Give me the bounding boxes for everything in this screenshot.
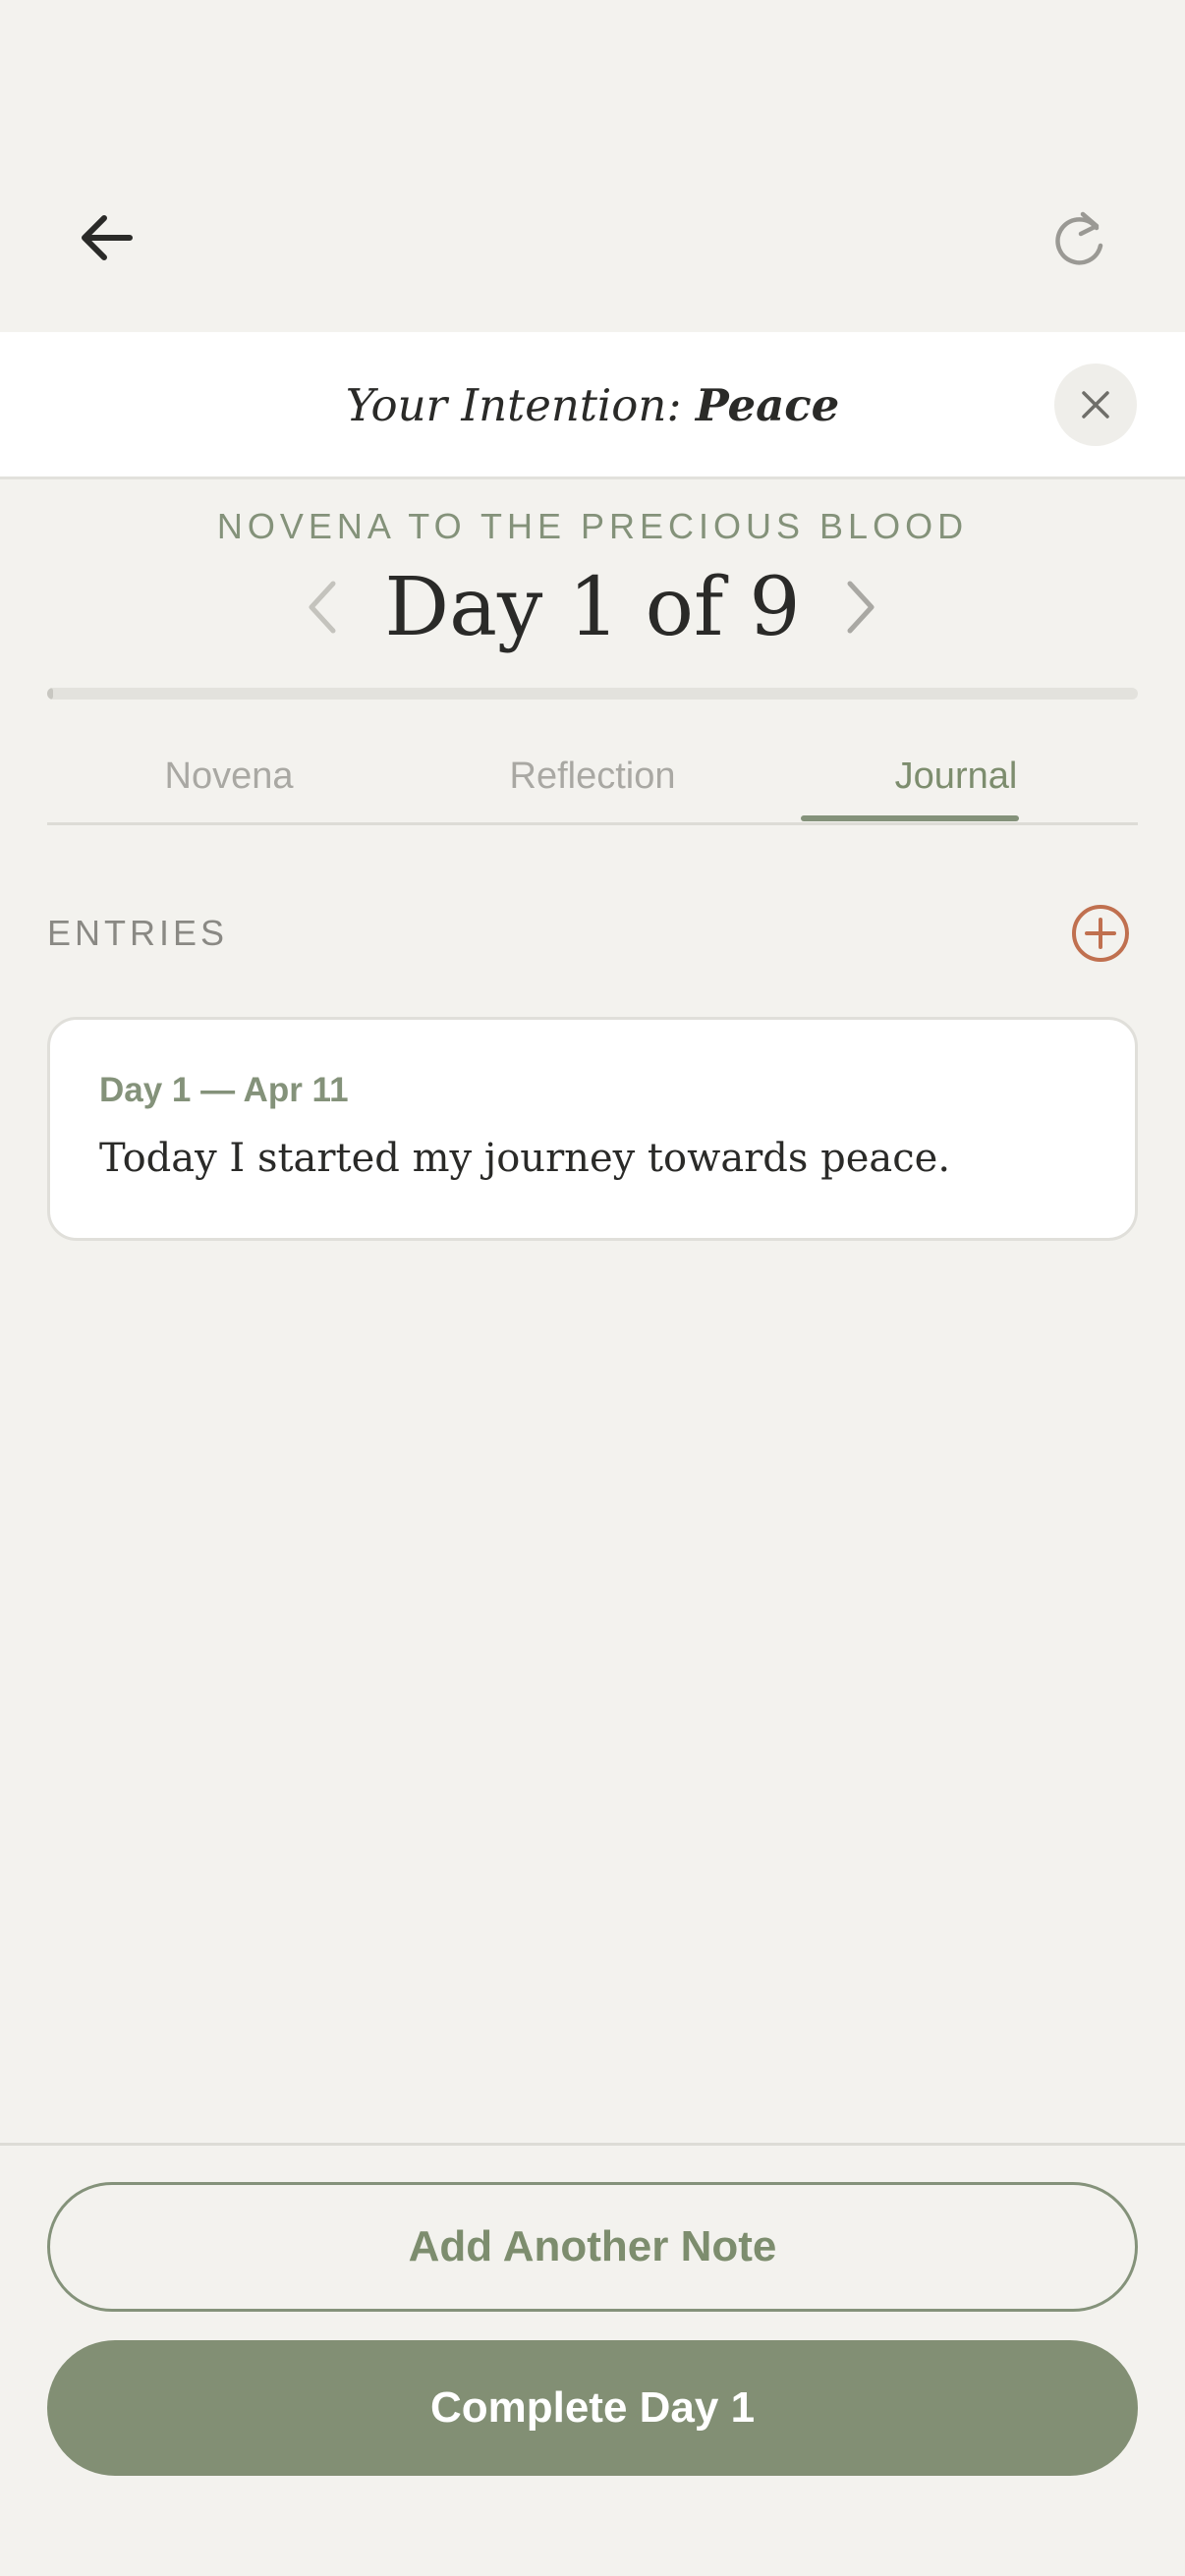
tab-novena[interactable]: Novena <box>47 727 411 825</box>
close-icon <box>1082 391 1109 419</box>
entries-section-label: ENTRIES <box>47 913 229 953</box>
novena-title: NOVENA TO THE PRECIOUS BLOOD <box>216 506 969 546</box>
back-button[interactable] <box>61 193 151 283</box>
chevron-right-icon <box>847 581 875 634</box>
day-heading: Day 1 of 9 <box>384 561 801 654</box>
tab-reflection[interactable]: Reflection <box>411 727 774 825</box>
next-day-button[interactable] <box>829 568 892 646</box>
tab-journal[interactable]: Journal <box>774 727 1138 825</box>
entry-date: Day 1 — Apr 11 <box>99 1071 349 1109</box>
tab-bar: Novena Reflection Journal <box>47 727 1138 825</box>
arrow-left-icon <box>82 215 133 260</box>
reset-button[interactable] <box>1036 193 1126 283</box>
previous-day-button[interactable] <box>291 568 354 646</box>
add-entry-button[interactable] <box>1069 902 1132 965</box>
complete-day-button[interactable]: Complete Day 1 <box>47 2340 1138 2476</box>
plus-circle-icon <box>1072 905 1129 962</box>
progress-fill <box>47 688 53 700</box>
top-bar <box>0 0 1185 332</box>
refresh-icon <box>1055 211 1103 265</box>
entry-text: Today I started my journey towards peace… <box>99 1136 951 1181</box>
intention-label: Your Intention: <box>345 379 682 431</box>
bottom-divider <box>0 2143 1185 2146</box>
intention-text: Your Intention: Peace <box>0 371 1185 440</box>
intention-value: Peace <box>695 379 840 431</box>
journal-entry-card[interactable]: Day 1 — Apr 11 Today I started my journe… <box>47 1017 1138 1241</box>
progress-bar <box>47 688 1138 700</box>
add-another-note-button[interactable]: Add Another Note <box>47 2182 1138 2312</box>
intention-bar: Your Intention: Peace <box>0 332 1185 479</box>
close-intention-button[interactable] <box>1054 364 1137 446</box>
active-tab-indicator <box>801 815 1019 821</box>
chevron-left-icon <box>309 581 336 634</box>
